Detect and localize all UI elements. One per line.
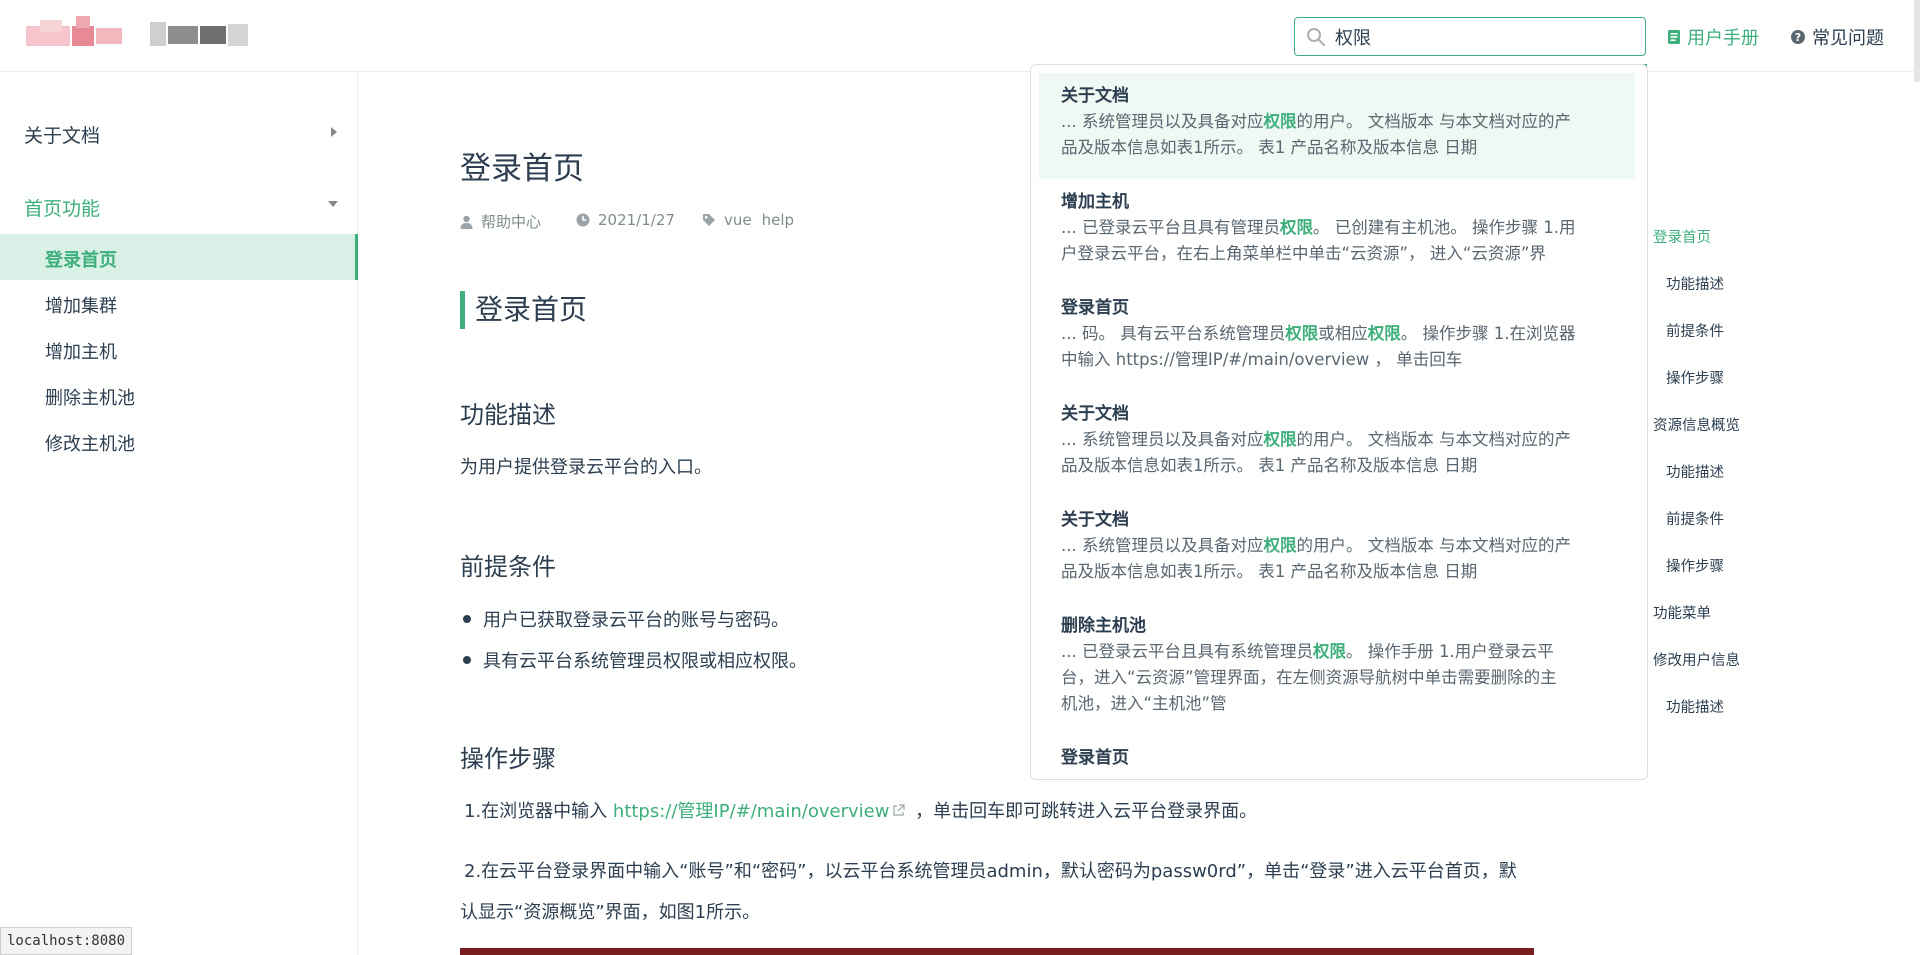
step-1-suffix: ，单击回车即可跳转进入云平台登录界面。 (909, 801, 1258, 822)
navbar: 用户手册 ? 常见问题 (0, 0, 1920, 82)
search-suggestion[interactable]: 删除主机池 ... 已登录云平台且具有系统管理员权限。 操作手册 1.用户登录云… (1039, 603, 1635, 735)
heading-prerequisites: 前提条件 (460, 553, 556, 581)
toc-item[interactable]: 功能描述 (1666, 696, 1724, 717)
search-box[interactable] (1294, 17, 1646, 56)
book-icon (1668, 30, 1680, 44)
search-suggestion[interactable]: 关于文档 ... 系统管理员以及具备对应权限的用户。 文档版本 与本文档对应的产… (1039, 73, 1635, 179)
tag-icon (703, 214, 715, 226)
overview-url-link[interactable]: https://管理IP/#/main/overview (613, 801, 890, 822)
search-suggestions-dropdown: 关于文档 ... 系统管理员以及具备对应权限的用户。 文档版本 与本文档对应的产… (1030, 64, 1648, 780)
sidebar-item-add-host[interactable]: 增加主机 (45, 338, 117, 364)
toc-item[interactable]: 登录首页 (1653, 226, 1711, 247)
suggestion-title: 关于文档 (1061, 510, 1129, 530)
sidebar-item-label: 增加主机 (45, 342, 117, 363)
chevron-down-icon (328, 201, 338, 207)
prerequisite-text: 用户已获取登录云平台的账号与密码。 (483, 610, 789, 631)
clock-icon (576, 213, 590, 227)
function-description-text: 为用户提供登录云平台的入口。 (460, 457, 712, 478)
nav-user-manual-label: 用户手册 (1687, 28, 1759, 49)
meta-date: 2021/1/27 (576, 211, 675, 229)
search-suggestion[interactable]: 登录首页 ... 码。 具有云平台系统管理员权限或相应权限。 操作步骤 1.在浏… (1039, 285, 1635, 391)
nav-user-manual-link[interactable]: 用户手册 (1667, 24, 1759, 50)
step-2-text-line-2: 认显示“资源概览”界面，如图1所示。 (460, 902, 761, 923)
sidebar: 关于文档 首页功能 登录首页 增加集群 增加主机 删除主机池 修改主机池 (0, 73, 358, 955)
prerequisite-text: 具有云平台系统管理员权限或相应权限。 (483, 651, 807, 672)
sidebar-item-label: 修改主机池 (45, 434, 135, 455)
suggestion-excerpt: ... 码。 具有云平台系统管理员权限或相应权限。 操作步骤 1.在浏览器 中输… (1061, 324, 1576, 369)
toc-item[interactable]: 操作步骤 (1666, 555, 1724, 576)
sidebar-item-label: 删除主机池 (45, 388, 135, 409)
sidebar-item-edit-host-pool[interactable]: 修改主机池 (45, 430, 135, 456)
search-suggestion[interactable]: 关于文档 ... 系统管理员以及具备对应权限的用户。 文档版本 与本文档对应的产… (1039, 497, 1635, 603)
question-circle-icon: ? (1791, 30, 1805, 44)
user-icon (460, 215, 473, 229)
prerequisite-item: 具有云平台系统管理员权限或相应权限。 (460, 647, 807, 673)
toc-item[interactable]: 修改用户信息 (1653, 649, 1740, 670)
bullet-dot (463, 656, 471, 664)
sidebar-group-label: 关于文档 (24, 125, 101, 147)
suggestion-title: 删除主机池 (1061, 616, 1146, 636)
figure-1-image (460, 948, 1534, 955)
sidebar-group-about[interactable]: 关于文档 (24, 121, 100, 148)
search-suggestion[interactable]: 关于文档 ... 系统管理员以及具备对应权限的用户。 文档版本 与本文档对应的产… (1039, 391, 1635, 497)
step-1-text: 1.在浏览器中输入 https://管理IP/#/main/overview ，… (464, 797, 1257, 823)
toc-item[interactable]: 前提条件 (1666, 508, 1724, 529)
status-bar-url: localhost:8080 (0, 927, 133, 955)
sidebar-item-login-home[interactable]: 登录首页 (45, 246, 117, 272)
sidebar-item-add-cluster[interactable]: 增加集群 (45, 292, 117, 318)
chevron-right-icon (331, 127, 337, 137)
page-scrollbar[interactable] (1914, 0, 1920, 82)
toc-item[interactable]: 前提条件 (1666, 320, 1724, 341)
sidebar-item-label: 登录首页 (45, 250, 117, 271)
step-2-text-line-1: 2.在云平台登录界面中输入“账号”和“密码”，以云平台系统管理员admin，默认… (464, 861, 1517, 882)
toc-item[interactable]: 功能描述 (1666, 273, 1724, 294)
toc-item[interactable]: 资源信息概览 (1653, 414, 1740, 435)
sidebar-item-delete-host-pool[interactable]: 删除主机池 (45, 384, 135, 410)
section-heading-login-home: 登录首页 (460, 291, 587, 329)
search-input[interactable] (1335, 23, 1635, 50)
suggestion-title: 增加主机 (1061, 192, 1129, 212)
suggestion-excerpt: ... 系统管理员以及具备对应权限的用户。 文档版本 与本文档对应的产 品及版本… (1061, 536, 1571, 581)
suggestion-title: 关于文档 (1061, 86, 1129, 106)
toc-item[interactable]: 操作步骤 (1666, 367, 1724, 388)
sidebar-group-label: 首页功能 (24, 198, 101, 220)
search-icon (1307, 28, 1326, 47)
meta-date-text: 2021/1/27 (598, 211, 675, 229)
external-link-icon (893, 804, 906, 816)
search-suggestion[interactable]: 登录首页 (1039, 735, 1635, 779)
page-title: 登录首页 (460, 151, 584, 187)
meta-tag[interactable]: help (762, 211, 794, 229)
sidebar-item-label: 增加集群 (45, 296, 117, 317)
nav-faq-label: 常见问题 (1812, 28, 1884, 49)
meta-author: 帮助中心 (460, 211, 541, 232)
step-1-prefix: 1.在浏览器中输入 (464, 801, 613, 822)
meta-tags: vue help (702, 211, 794, 229)
toc-item[interactable]: 功能描述 (1666, 461, 1724, 482)
suggestion-title: 登录首页 (1061, 298, 1129, 318)
bullet-dot (463, 615, 471, 623)
sidebar-group-home-features[interactable]: 首页功能 (24, 194, 100, 221)
site-logo[interactable] (26, 16, 256, 56)
meta-author-text: 帮助中心 (481, 213, 542, 231)
heading-function-description: 功能描述 (460, 401, 556, 429)
svg-text:?: ? (1795, 31, 1801, 44)
suggestion-excerpt: ... 已登录云平台且具有管理员权限。 已创建有主机池。 操作步骤 1.用 户登… (1061, 218, 1576, 263)
suggestion-excerpt: ... 系统管理员以及具备对应权限的用户。 文档版本 与本文档对应的产 品及版本… (1061, 112, 1571, 157)
meta-tag[interactable]: vue (724, 211, 752, 229)
suggestion-title: 登录首页 (1061, 748, 1129, 768)
search-suggestion[interactable]: 增加主机 ... 已登录云平台且具有管理员权限。 已创建有主机池。 操作步骤 1… (1039, 179, 1635, 285)
toc-item[interactable]: 功能菜单 (1653, 602, 1711, 623)
suggestion-title: 关于文档 (1061, 404, 1129, 424)
suggestion-excerpt: ... 系统管理员以及具备对应权限的用户。 文档版本 与本文档对应的产 品及版本… (1061, 430, 1571, 475)
heading-steps: 操作步骤 (460, 745, 556, 773)
suggestion-excerpt: ... 已登录云平台且具有系统管理员权限。 操作手册 1.用户登录云平 台，进入… (1061, 642, 1557, 713)
nav-faq-link[interactable]: ? 常见问题 (1790, 24, 1884, 50)
prerequisite-item: 用户已获取登录云平台的账号与密码。 (460, 606, 789, 632)
